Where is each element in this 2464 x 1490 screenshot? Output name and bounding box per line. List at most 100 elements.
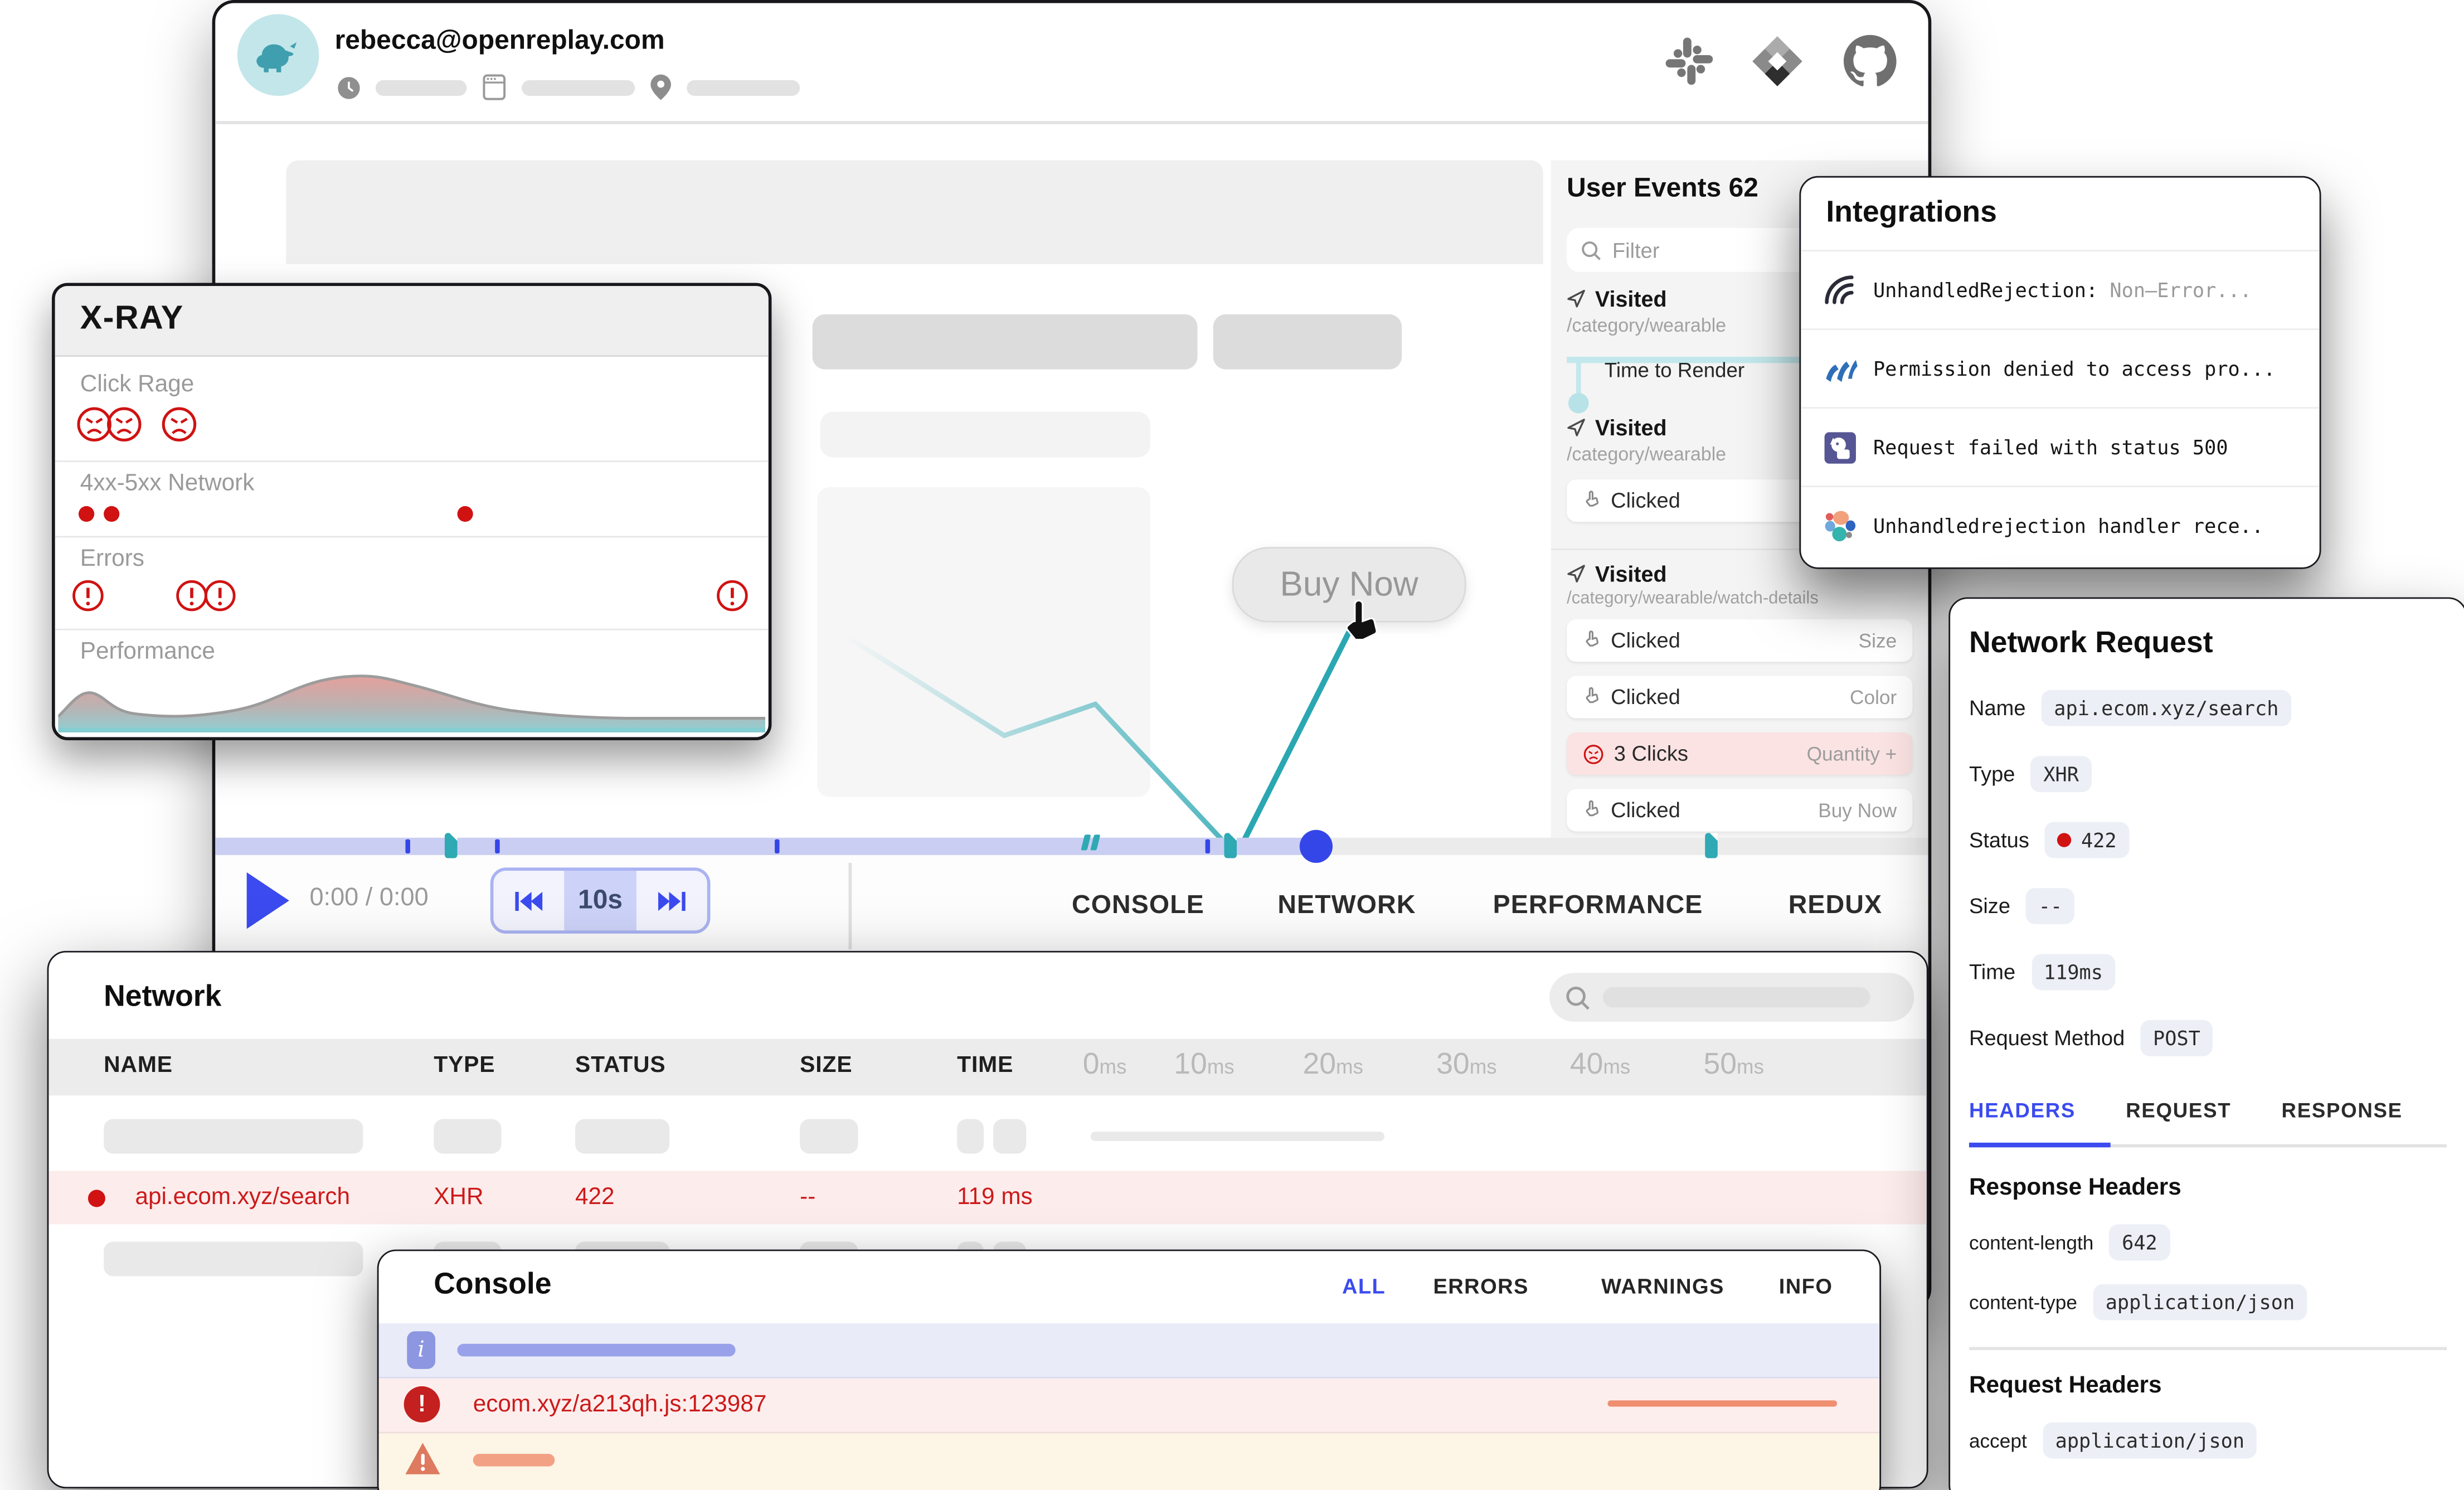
slack-icon[interactable] xyxy=(1664,36,1714,86)
clicked-target: Color xyxy=(1850,686,1897,708)
player-controls: 0:00 / 0:00 10s xyxy=(215,855,1928,954)
console-devtools-window: Console ALL ERRORS WARNINGS INFO i ! eco… xyxy=(377,1250,1881,1490)
col-name[interactable]: NAME xyxy=(104,1053,173,1078)
skip-back-button[interactable] xyxy=(493,871,565,930)
tab-performance[interactable]: PERFORMANCE xyxy=(1493,891,1703,921)
jira-icon[interactable] xyxy=(1749,33,1806,90)
search-icon xyxy=(1565,984,1590,1009)
network-error-row[interactable]: api.ecom.xyz/search XHR 422 -- 119 ms xyxy=(48,1171,1926,1225)
col-size[interactable]: SIZE xyxy=(800,1053,852,1078)
tab-response[interactable]: RESPONSE xyxy=(2282,1099,2403,1122)
cursor-hand-icon xyxy=(1334,597,1388,654)
session-topbar: rebecca@openreplay.com xyxy=(215,3,1928,124)
tick-num: 40 xyxy=(1570,1049,1603,1081)
tab-warnings[interactable]: WARNINGS xyxy=(1601,1275,1724,1298)
tab-network[interactable]: NETWORK xyxy=(1277,891,1416,921)
timeline-quote-marker xyxy=(1083,834,1099,850)
user-events-title: User Events 62 xyxy=(1567,173,1758,204)
field-label-name: Name xyxy=(1969,696,2026,720)
network-table-header: NAME TYPE STATUS SIZE TIME 0ms 10ms 20ms… xyxy=(48,1039,1926,1096)
integration-row[interactable]: Permission denied to access pro... xyxy=(1801,328,2319,407)
integration-row[interactable]: UnhandledRejection: Non—Error... xyxy=(1801,250,2319,328)
request-detail-tabs: HEADERS REQUEST RESPONSE xyxy=(1969,1099,2403,1122)
integration-row[interactable]: Unhandledrejection handler rece.. xyxy=(1801,486,2319,564)
tick-num: 0 xyxy=(1083,1049,1100,1081)
timeline-played xyxy=(215,838,1315,855)
visited-icon xyxy=(1567,564,1586,583)
skip-amount-label[interactable]: 10s xyxy=(565,871,636,930)
xray-panel: X-RAY Click Rage 4xx-5xx Network Errors xyxy=(52,283,771,741)
session-user-email: rebecca@openreplay.com xyxy=(335,25,665,56)
console-info-row[interactable]: i xyxy=(379,1323,1880,1379)
skeleton-product-image xyxy=(817,487,1150,797)
visited-icon xyxy=(1567,418,1586,437)
tick-num: 30 xyxy=(1436,1049,1470,1081)
active-tab-underline xyxy=(1969,1143,2111,1147)
datadog-icon xyxy=(1823,430,1858,464)
network-error-dot xyxy=(104,506,119,522)
integration-text-muted: Non—Error... xyxy=(2098,278,2252,302)
clicked-label: Clicked xyxy=(1611,489,1680,512)
integration-shortcuts xyxy=(1664,31,1900,91)
tab-request[interactable]: REQUEST xyxy=(2126,1099,2231,1122)
timeline-event-marker[interactable] xyxy=(1705,833,1718,858)
xray-network-label: 4xx-5xx Network xyxy=(80,470,255,497)
divider xyxy=(849,863,852,949)
tab-redux[interactable]: REDUX xyxy=(1789,891,1883,921)
divider xyxy=(55,629,769,630)
tick-num: 10 xyxy=(1174,1049,1207,1081)
clicked-label: Clicked xyxy=(1611,798,1680,822)
clicked-hand-icon xyxy=(1582,491,1601,511)
divider xyxy=(55,536,769,537)
tab-all[interactable]: ALL xyxy=(1342,1275,1386,1298)
col-status[interactable]: STATUS xyxy=(575,1053,666,1078)
integration-row[interactable]: Request failed with status 500 xyxy=(1801,407,2319,486)
tab-errors[interactable]: ERRORS xyxy=(1433,1275,1528,1298)
event-click-rage[interactable]: 3 Clicks Quantity + xyxy=(1567,732,1912,775)
col-type[interactable]: TYPE xyxy=(434,1053,495,1078)
session-meta xyxy=(338,74,800,101)
network-request-panel: Network Request Name api.ecom.xyz/search… xyxy=(1948,597,2464,1490)
timeline-event-marker[interactable] xyxy=(1224,833,1237,858)
play-button[interactable] xyxy=(247,872,289,929)
console-error-row[interactable]: ! ecom.xyz/a213qh.js:123987 xyxy=(379,1379,1880,1434)
visited-label: Visited xyxy=(1595,415,1667,440)
network-search-input[interactable] xyxy=(1549,973,1914,1021)
skeleton-search-text xyxy=(1603,987,1870,1008)
xray-title: X-RAY xyxy=(80,300,184,338)
field-value-status: 422 xyxy=(2045,822,2129,858)
field-value-method: POST xyxy=(2140,1020,2213,1056)
status-value: 422 xyxy=(2081,828,2117,852)
console-warning-row[interactable] xyxy=(379,1433,1880,1490)
req-header-value: application/json xyxy=(2043,1423,2257,1459)
network-error-dot xyxy=(458,506,473,522)
event-clicked[interactable]: Clicked Size xyxy=(1567,619,1912,662)
tab-headers[interactable]: HEADERS xyxy=(1969,1099,2076,1122)
visited-label: Visited xyxy=(1595,286,1667,311)
event-clicked[interactable]: Clicked Color xyxy=(1567,676,1912,718)
event-clicked[interactable]: Clicked Buy Now xyxy=(1567,789,1912,831)
skeleton-meta-browser xyxy=(522,79,635,95)
response-headers-heading: Response Headers xyxy=(1969,1174,2181,1201)
user-events-count: 62 xyxy=(1729,173,1758,203)
timeline-tick xyxy=(775,839,779,853)
clicked-hand-icon xyxy=(1582,800,1601,821)
error-icon: ! xyxy=(404,1386,440,1423)
click-rage-label: 3 Clicks xyxy=(1614,742,1688,765)
err-type: XHR xyxy=(434,1183,483,1210)
tick-num: 50 xyxy=(1703,1049,1737,1081)
player-time: 0:00 / 0:00 xyxy=(309,885,428,913)
github-icon[interactable] xyxy=(1840,31,1900,91)
tab-console[interactable]: CONSOLE xyxy=(1072,891,1204,921)
timeline-tick xyxy=(495,839,499,853)
col-time[interactable]: TIME xyxy=(957,1053,1013,1078)
tick-unit: ms xyxy=(1603,1055,1630,1078)
field-value-time: 119ms xyxy=(2031,954,2115,990)
timeline-playhead[interactable] xyxy=(1300,830,1333,863)
field-label-method: Request Method xyxy=(1969,1026,2125,1050)
player-timeline[interactable] xyxy=(215,838,1928,855)
skip-forward-button[interactable] xyxy=(636,871,707,930)
timeline-event-marker[interactable] xyxy=(445,833,458,858)
tab-info[interactable]: INFO xyxy=(1779,1275,1833,1298)
timeline-tick xyxy=(405,839,410,853)
